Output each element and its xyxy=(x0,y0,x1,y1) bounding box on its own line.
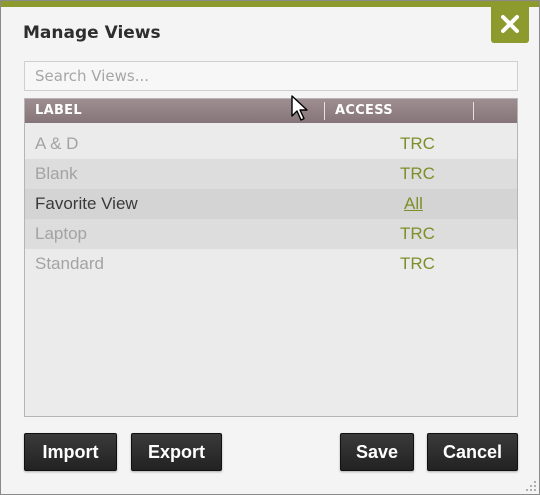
search-views-input[interactable] xyxy=(24,61,518,91)
export-button[interactable]: Export xyxy=(131,433,222,471)
view-label: Standard xyxy=(35,254,104,273)
table-header: LABEL ACCESS xyxy=(25,99,517,123)
view-label: Blank xyxy=(35,164,78,183)
view-access: TRC xyxy=(400,164,435,183)
table-row-selected[interactable]: Favorite View All xyxy=(25,189,517,219)
import-button[interactable]: Import xyxy=(24,433,117,471)
view-label: Favorite View xyxy=(35,194,138,213)
view-label: A & D xyxy=(35,134,79,153)
column-divider[interactable] xyxy=(324,102,325,120)
table-row[interactable]: Standard TRC xyxy=(25,249,517,279)
cancel-button[interactable]: Cancel xyxy=(427,433,518,471)
table-body: A & D TRC Blank TRC Favorite View All La… xyxy=(25,129,517,279)
view-access-link[interactable]: All xyxy=(404,194,423,214)
view-access: TRC xyxy=(400,254,435,273)
column-divider[interactable] xyxy=(473,102,474,120)
manage-views-dialog: Manage Views LABEL ACCESS A & D TRC Blan… xyxy=(0,0,540,495)
view-access: TRC xyxy=(400,134,435,153)
close-x-icon xyxy=(501,15,519,33)
close-button[interactable] xyxy=(491,5,529,43)
accent-stripe xyxy=(1,1,539,7)
view-access: TRC xyxy=(400,224,435,243)
views-table: LABEL ACCESS A & D TRC Blank TRC Favorit… xyxy=(24,98,518,417)
resize-grip-icon[interactable] xyxy=(523,478,537,492)
column-header-label[interactable]: LABEL xyxy=(35,103,82,118)
dialog-title: Manage Views xyxy=(23,23,161,43)
table-row[interactable]: A & D TRC xyxy=(25,129,517,159)
table-row[interactable]: Laptop TRC xyxy=(25,219,517,249)
view-label: Laptop xyxy=(35,224,87,243)
column-header-access[interactable]: ACCESS xyxy=(335,103,393,118)
table-row[interactable]: Blank TRC xyxy=(25,159,517,189)
save-button[interactable]: Save xyxy=(340,433,414,471)
